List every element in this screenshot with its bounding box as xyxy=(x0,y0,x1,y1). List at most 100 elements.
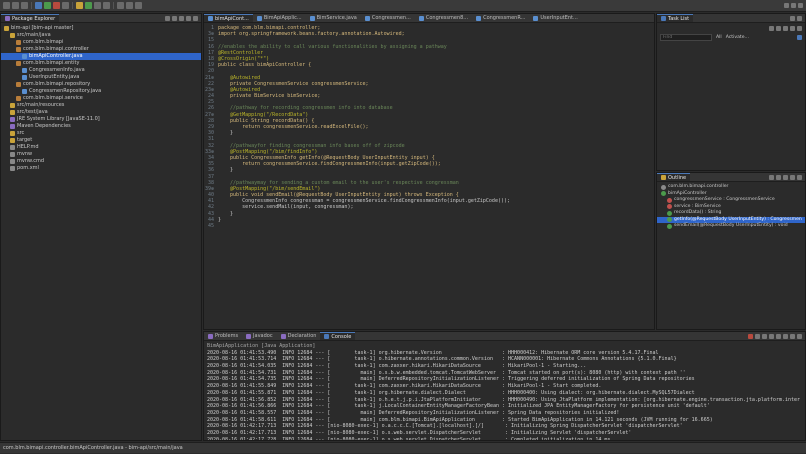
editor-tab[interactable]: BimService.java xyxy=(306,14,361,22)
tree-item[interactable]: HELP.md xyxy=(1,144,201,151)
tab-task-list[interactable]: Task List xyxy=(657,14,694,22)
tree-item[interactable]: com.blm.bimapi.entity xyxy=(1,60,201,67)
tree-item-label: JRE System Library [JavaSE-11.0] xyxy=(17,116,100,122)
debug-perspective-icon[interactable] xyxy=(798,3,803,8)
pin-console-icon[interactable] xyxy=(776,333,781,339)
view-icon xyxy=(280,333,286,339)
forward-icon[interactable] xyxy=(126,2,133,9)
hide-static-icon[interactable] xyxy=(783,174,788,180)
maximize-icon[interactable] xyxy=(797,333,802,339)
minimize-icon[interactable] xyxy=(790,15,795,21)
scroll-lock-icon[interactable] xyxy=(769,333,774,339)
pin-icon[interactable] xyxy=(135,2,142,9)
bottom-tab[interactable]: Problems xyxy=(204,332,242,340)
help-icon[interactable] xyxy=(797,35,802,40)
tree-item[interactable]: mvnw xyxy=(1,151,201,158)
view-menu-icon[interactable] xyxy=(179,15,184,21)
task-find-input[interactable] xyxy=(660,34,712,41)
tree-item[interactable]: UserInputEntity.java xyxy=(1,74,201,81)
tree-node-icon xyxy=(16,96,21,101)
tree-item[interactable]: com.blm.bimapi.service xyxy=(1,95,201,102)
tree-item[interactable]: pom.xml xyxy=(1,165,201,172)
external-tools-icon[interactable] xyxy=(62,2,69,9)
run-icon[interactable] xyxy=(44,2,51,9)
new-package-icon[interactable] xyxy=(76,2,83,9)
tree-item[interactable]: src xyxy=(1,130,201,137)
editor-tab[interactable]: BimApiApplic... xyxy=(253,14,306,22)
new-class-icon[interactable] xyxy=(85,2,92,9)
java-file-icon xyxy=(256,15,262,21)
task-list-panel: Task List All Activate... xyxy=(656,13,806,171)
back-icon[interactable] xyxy=(117,2,124,9)
tree-item[interactable]: target xyxy=(1,137,201,144)
bottom-tab-label: Console xyxy=(331,333,352,340)
task-activate-link[interactable]: Activate... xyxy=(726,35,749,40)
link-editor-icon[interactable] xyxy=(172,15,177,21)
editor-tab[interactable]: CongressmenR... xyxy=(472,14,529,22)
tree-item[interactable]: bimApiController.java xyxy=(1,53,201,60)
save-icon[interactable] xyxy=(12,2,19,9)
view-menu-icon[interactable] xyxy=(797,26,802,31)
task-filter-all[interactable]: All xyxy=(716,35,722,40)
minimize-icon[interactable] xyxy=(797,174,802,180)
tree-item[interactable]: com.blm.bimapi.controller xyxy=(1,46,201,53)
console-line: 2020-08-16 01:42:17.728 INFO 12684 --- [… xyxy=(207,436,611,441)
maximize-icon[interactable] xyxy=(797,15,802,21)
tree-item[interactable]: mvnw.cmd xyxy=(1,158,201,165)
editor-tab[interactable]: Congressmen8... xyxy=(415,14,472,22)
minimize-icon[interactable] xyxy=(790,333,795,339)
debug-icon[interactable] xyxy=(35,2,42,9)
save-all-icon[interactable] xyxy=(21,2,28,9)
java-perspective-icon[interactable] xyxy=(791,3,796,8)
bottom-tab[interactable]: Javadoc xyxy=(242,332,277,340)
console-output: 2020-08-16 01:41:53.490 INFO 12684 --- [… xyxy=(207,349,802,441)
tree-node-icon xyxy=(22,75,27,80)
tree-item[interactable]: CongressmenRepository.java xyxy=(1,88,201,95)
tree-item[interactable]: JRE System Library [JavaSE-11.0] xyxy=(1,116,201,123)
stop-icon[interactable] xyxy=(53,2,60,9)
clear-console-icon[interactable] xyxy=(762,333,767,339)
new-file-icon[interactable] xyxy=(3,2,10,9)
tree-item[interactable]: src/test/java xyxy=(1,109,201,116)
tree-item[interactable]: CongressmenInfo.java xyxy=(1,67,201,74)
editor-tab[interactable]: UserInputEnt... xyxy=(529,14,581,22)
tree-item[interactable]: src/main/resources xyxy=(1,102,201,109)
hide-fields-icon[interactable] xyxy=(776,174,781,180)
console-line: 2020-08-16 01:41:53.490 INFO 12684 --- [… xyxy=(207,349,659,356)
search-icon[interactable] xyxy=(103,2,110,9)
maximize-icon[interactable] xyxy=(193,15,198,21)
tree-node-icon xyxy=(10,166,15,171)
editor-tab[interactable]: Congressmen... xyxy=(361,14,415,22)
quick-access-icon[interactable] xyxy=(784,3,789,8)
tree-node-icon xyxy=(10,145,15,150)
tree-item[interactable]: bim-api [bim-api master] xyxy=(1,25,201,32)
tree-node-icon xyxy=(22,54,27,59)
new-task-icon[interactable] xyxy=(769,26,774,31)
code-editor[interactable]: 1 package com.blm.bimapi.controller; 3⊕ imp… xyxy=(204,23,654,229)
tree-node-icon xyxy=(10,124,15,129)
bottom-tab[interactable]: Declaration xyxy=(277,332,321,340)
remove-launch-icon[interactable] xyxy=(755,333,760,339)
open-type-icon[interactable] xyxy=(94,2,101,9)
tab-outline[interactable]: Outline xyxy=(657,173,691,181)
view-menu-icon[interactable] xyxy=(790,174,795,180)
display-console-icon[interactable] xyxy=(783,333,788,339)
tree-item[interactable]: com.blm.bimapi.repository xyxy=(1,81,201,88)
tree-item[interactable]: src/main/java xyxy=(1,32,201,39)
filter-icon[interactable] xyxy=(776,26,781,31)
collapse-all-icon[interactable] xyxy=(165,15,170,21)
console-area[interactable]: BimApiApplication [Java Application] 202… xyxy=(204,341,805,441)
outline-item[interactable]: sendEmail(@RequestBody UserInputEntity) … xyxy=(657,223,805,230)
tree-item[interactable]: com.blm.bimapi xyxy=(1,39,201,46)
minimize-icon[interactable] xyxy=(186,15,191,21)
sort-icon[interactable] xyxy=(769,174,774,180)
sync-icon[interactable] xyxy=(790,26,795,31)
main-toolbar xyxy=(0,0,806,12)
editor-tab[interactable]: bimApiCont... xyxy=(204,14,253,22)
terminate-icon[interactable] xyxy=(748,333,753,339)
tree-item[interactable]: Maven Dependencies xyxy=(1,123,201,130)
tab-package-explorer[interactable]: Package Explorer xyxy=(1,14,60,22)
bottom-tab[interactable]: Console xyxy=(320,332,356,340)
java-file-icon xyxy=(309,15,315,21)
collapse-icon[interactable] xyxy=(783,26,788,31)
